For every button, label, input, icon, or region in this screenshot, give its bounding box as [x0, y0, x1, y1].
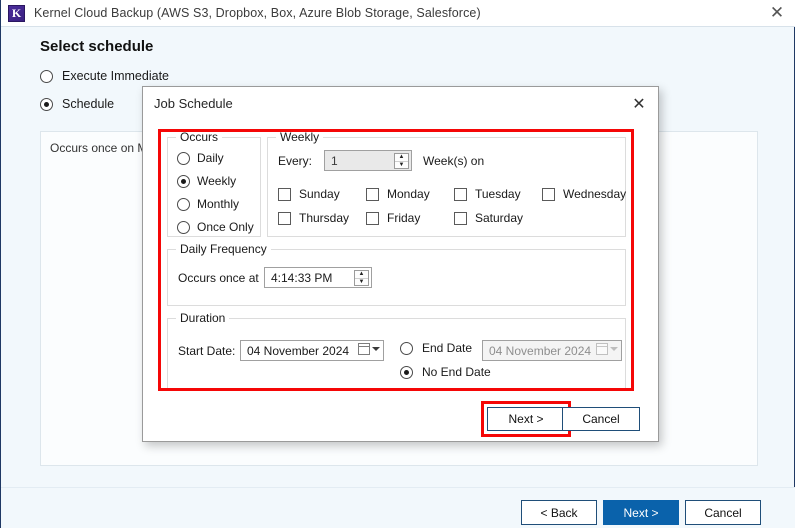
every-weeks-stepper[interactable]: ▲ ▼ — [394, 153, 409, 169]
no-end-date-label: No End Date — [422, 365, 491, 379]
checkbox-tuesday[interactable]: Tuesday — [454, 187, 521, 201]
chevron-down-icon[interactable] — [372, 347, 380, 351]
checkbox-wednesday[interactable]: Wednesday — [542, 187, 626, 201]
checkbox-sunday[interactable]: Sunday — [278, 187, 340, 201]
back-button[interactable]: < Back — [521, 500, 597, 525]
checkbox-saturday[interactable]: Saturday — [454, 211, 523, 225]
stepper-down-icon[interactable]: ▼ — [355, 279, 368, 286]
page-title: Select schedule — [40, 38, 154, 55]
stepper-down-icon[interactable]: ▼ — [395, 162, 408, 169]
start-date-calendar-picker[interactable] — [358, 343, 380, 355]
calendar-icon[interactable] — [358, 343, 370, 355]
checkbox-thursday[interactable]: Thursday — [278, 211, 349, 225]
schedule-summary-text: Occurs once on Mo — [50, 141, 155, 155]
dialog-next-button[interactable]: Next > — [487, 407, 565, 431]
radio-monthly[interactable] — [177, 197, 190, 211]
occurs-option-once-only-label: Once Only — [197, 220, 254, 234]
radio-option-end-date[interactable]: End Date — [400, 341, 472, 355]
start-date-input[interactable]: 04 November 2024 — [240, 340, 384, 361]
end-date-calendar-picker[interactable] — [596, 343, 618, 355]
weekly-group-legend: Weekly — [276, 130, 324, 144]
radio-option-no-end-date[interactable]: No End Date — [400, 365, 491, 379]
occurs-option-weekly[interactable]: Weekly — [177, 174, 236, 188]
occurs-option-monthly[interactable]: Monthly — [177, 197, 239, 211]
checkbox-monday-label: Monday — [387, 187, 430, 201]
calendar-icon[interactable] — [596, 343, 608, 355]
chevron-down-icon[interactable] — [610, 347, 618, 351]
application-window: K Kernel Cloud Backup (AWS S3, Dropbox, … — [0, 0, 795, 528]
radio-end-date[interactable] — [400, 341, 413, 355]
daily-frequency-group: Daily Frequency Occurs once at 4:14:33 P… — [167, 242, 626, 306]
checkbox-sunday-box[interactable] — [278, 187, 291, 201]
checkbox-friday-box[interactable] — [366, 211, 379, 225]
checkbox-thursday-label: Thursday — [299, 211, 350, 225]
occurs-once-time-input[interactable]: 4:14:33 PM ▲ ▼ — [264, 267, 372, 288]
occurs-once-time-value: 4:14:33 PM — [271, 270, 333, 285]
start-date-label: Start Date: — [178, 344, 236, 358]
start-date-value: 04 November 2024 — [247, 343, 350, 358]
daily-frequency-legend: Daily Frequency — [176, 242, 271, 256]
weeks-on-label: Week(s) on — [423, 154, 485, 168]
every-label: Every: — [278, 154, 313, 168]
dialog-close-icon[interactable]: ✕ — [628, 93, 650, 113]
checkbox-saturday-box[interactable] — [454, 211, 467, 225]
checkbox-wednesday-box[interactable] — [542, 187, 555, 201]
checkbox-tuesday-label: Tuesday — [475, 187, 521, 201]
dialog-cancel-button[interactable]: Cancel — [562, 407, 640, 431]
occurs-option-weekly-label: Weekly — [197, 174, 237, 188]
end-date-value: 04 November 2024 — [489, 343, 592, 358]
every-weeks-value: 1 — [331, 153, 338, 168]
app-logo-icon: K — [8, 4, 25, 22]
option-schedule[interactable]: Schedule — [40, 97, 114, 111]
duration-legend: Duration — [176, 311, 230, 325]
title-bar: K Kernel Cloud Backup (AWS S3, Dropbox, … — [1, 0, 795, 27]
radio-weekly[interactable] — [177, 174, 190, 188]
occurs-group-legend: Occurs — [176, 130, 223, 144]
option-execute-immediate[interactable]: Execute Immediate — [40, 69, 169, 83]
wizard-button-bar: < Back Next > Cancel — [1, 487, 795, 528]
occurs-once-at-label: Occurs once at — [178, 271, 259, 285]
radio-no-end-date[interactable] — [400, 365, 413, 379]
occurs-option-daily[interactable]: Daily — [177, 151, 224, 165]
checkbox-monday-box[interactable] — [366, 187, 379, 201]
checkbox-friday[interactable]: Friday — [366, 211, 420, 225]
checkbox-thursday-box[interactable] — [278, 211, 291, 225]
option-execute-immediate-label: Execute Immediate — [62, 69, 169, 83]
stepper-up-icon[interactable]: ▲ — [355, 271, 368, 279]
checkbox-tuesday-box[interactable] — [454, 187, 467, 201]
checkbox-monday[interactable]: Monday — [366, 187, 430, 201]
radio-schedule[interactable] — [40, 97, 53, 111]
radio-execute-immediate[interactable] — [40, 69, 53, 83]
occurs-option-daily-label: Daily — [197, 151, 224, 165]
checkbox-wednesday-label: Wednesday — [563, 187, 627, 201]
close-icon[interactable]: ✕ — [766, 2, 788, 24]
checkbox-friday-label: Friday — [387, 211, 421, 225]
checkbox-sunday-label: Sunday — [299, 187, 340, 201]
duration-group: Duration Start Date: 04 November 2024 En… — [167, 311, 626, 390]
occurs-option-once-only[interactable]: Once Only — [177, 220, 254, 234]
next-button[interactable]: Next > — [603, 500, 679, 525]
checkbox-saturday-label: Saturday — [475, 211, 524, 225]
window-title: Kernel Cloud Backup (AWS S3, Dropbox, Bo… — [34, 6, 481, 20]
radio-daily[interactable] — [177, 151, 190, 165]
cancel-button[interactable]: Cancel — [685, 500, 761, 525]
occurs-group: Occurs Daily Weekly Monthly Once Only — [167, 130, 261, 237]
end-date-input[interactable]: 04 November 2024 — [482, 340, 622, 361]
occurs-option-monthly-label: Monthly — [197, 197, 240, 211]
every-weeks-input[interactable]: 1 ▲ ▼ — [324, 150, 412, 171]
dialog-title: Job Schedule — [154, 96, 233, 111]
stepper-up-icon[interactable]: ▲ — [395, 154, 408, 162]
end-date-label: End Date — [422, 341, 473, 355]
job-schedule-dialog: Job Schedule ✕ Occurs Daily Weekly Month… — [142, 86, 659, 442]
time-stepper[interactable]: ▲ ▼ — [354, 270, 369, 286]
radio-once-only[interactable] — [177, 220, 190, 234]
option-schedule-label: Schedule — [62, 97, 115, 111]
weekly-group: Weekly Every: 1 ▲ ▼ Week(s) on Sunday Mo… — [267, 130, 626, 237]
